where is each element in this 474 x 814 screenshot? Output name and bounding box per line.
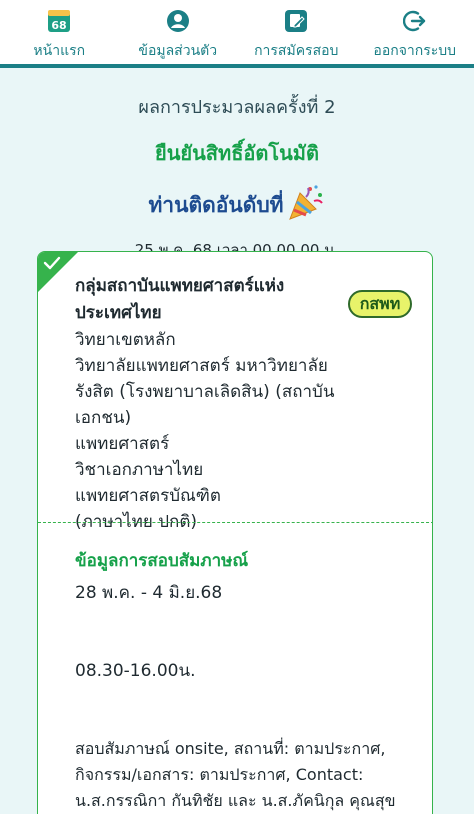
nav-home-label: หน้าแรก	[33, 43, 86, 59]
rank-line: ท่านติดอันดับที่	[148, 183, 325, 228]
rank-text: ท่านติดอันดับที่	[148, 193, 284, 217]
logout-icon	[402, 8, 428, 34]
program-college-line-2: รังสิต (โรงพยาบาลเลิดสิน) (สถาบันเอกชน)	[75, 382, 335, 428]
program-faculty: แพทยศาสตร์	[75, 434, 170, 454]
program-group-line-2: ประเทศไทย	[75, 303, 162, 323]
program-major: วิชาเอกภาษาไทย	[75, 460, 204, 480]
interview-detail-line-1: สอบสัมภาษณ์ onsite, สถานที่: ตามประกาศ,	[75, 739, 386, 758]
top-nav: 68 หน้าแรก ข้อมูลส่วนตัว การสมัครสอบ ออก…	[0, 0, 474, 68]
nav-profile[interactable]: ข้อมูลส่วนตัว	[119, 0, 238, 68]
nav-profile-label: ข้อมูลส่วนตัว	[138, 43, 218, 59]
interview-detail-line-2: กิจกรรม/เอกสาร: ตามประกาศ, Contact:	[75, 765, 364, 784]
edit-form-icon	[283, 8, 309, 34]
program-info: กลุ่มสถาบันแพทยศาสตร์แห่ง ประเทศไทย วิทย…	[75, 273, 375, 535]
user-icon	[165, 8, 191, 34]
home-book-icon: 68	[46, 8, 72, 34]
check-icon	[43, 256, 61, 270]
consortium-badge: กสพท	[348, 290, 412, 318]
interview-time: 08.30-16.00น.	[75, 661, 196, 681]
program-campus: วิทยาเขตหลัก	[75, 330, 176, 350]
nav-home[interactable]: 68 หน้าแรก	[0, 0, 119, 68]
interview-detail: สอบสัมภาษณ์ onsite, สถานที่: ตามประกาศ, …	[75, 736, 415, 814]
nav-underline	[0, 64, 474, 68]
program-group-line-1: กลุ่มสถาบันแพทยศาสตร์แห่ง	[75, 276, 285, 296]
result-header: ผลการประมวลผลครั้งที่ 2 ยืนยันสิทธิ์อัตโ…	[0, 92, 474, 262]
program-degree: แพทยศาสตรบัณฑิต	[75, 486, 221, 506]
round-title: ผลการประมวลผลครั้งที่ 2	[138, 97, 336, 118]
section-divider	[38, 522, 432, 523]
program-card: กลุ่มสถาบันแพทยศาสตร์แห่ง ประเทศไทย วิทย…	[37, 251, 433, 814]
party-popper-icon	[286, 183, 326, 228]
interview-date: 28 พ.ค. - 4 มิ.ย.68	[75, 583, 223, 603]
nav-logout-label: ออกจากระบบ	[373, 43, 457, 59]
nav-application[interactable]: การสมัครสอบ	[237, 0, 356, 68]
interview-detail-line-3: น.ส.กรรณิกา กันทิชัย และ น.ส.ภัคนิกุล คุ…	[75, 791, 396, 810]
program-college-line-1: วิทยาลัยแพทยศาสตร์ มหาวิทยาลัย	[75, 356, 328, 376]
svg-text:68: 68	[52, 19, 67, 32]
nav-logout[interactable]: ออกจากระบบ	[356, 0, 474, 68]
interview-title: ข้อมูลการสอบสัมภาษณ์	[75, 551, 249, 571]
nav-application-label: การสมัครสอบ	[254, 43, 339, 59]
confirm-status: ยืนยันสิทธิ์อัตโนมัติ	[155, 141, 319, 165]
